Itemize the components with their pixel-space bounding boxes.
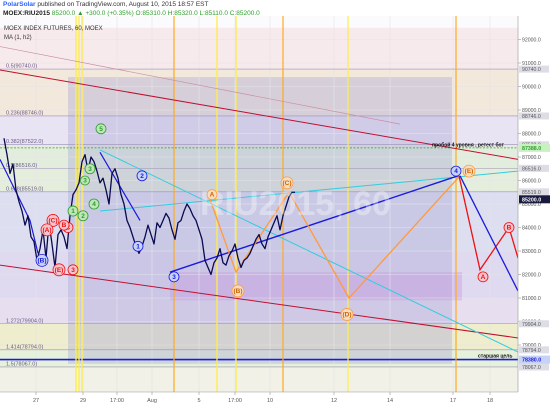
wave-label-circle-3-text: 3 xyxy=(172,274,176,281)
wave-label-3-text: 3 xyxy=(88,166,92,173)
wave-label-3-inner: 3 xyxy=(80,175,90,186)
wave-label-5-text: 5 xyxy=(99,126,103,133)
author-link[interactable]: PolarSolar xyxy=(3,1,36,8)
time-tick-label: 17:00 xyxy=(228,398,242,404)
time-tick-label: 17 xyxy=(450,398,456,404)
price-tick-label: 88000.0 xyxy=(522,132,541,138)
chart-canvas: 0.5(90740.0) 0.236(88746.0) 0.382(87522.0)… xyxy=(0,0,550,406)
price-label-text: 87388.0 xyxy=(522,146,541,152)
wave-label-primary-B-text: B xyxy=(62,222,67,229)
wave-label-B: (B) xyxy=(35,253,49,267)
wave-label-2: 2 xyxy=(77,210,89,222)
quote-values: 85200.0 ▲ +300.0 (+0.35%) O:85310.0 H:85… xyxy=(51,10,260,17)
wave-label-E-text: (E) xyxy=(55,267,64,274)
fib-price-text: 86516.0 xyxy=(522,166,541,172)
fib-band xyxy=(0,366,518,392)
wave-label-corr-C: (C) xyxy=(280,176,294,190)
fib-level-label: 1.414(78794.0) xyxy=(6,344,43,350)
price-tick-label: 92000.0 xyxy=(522,38,541,44)
wave-label-2-text: 2 xyxy=(81,213,85,220)
price-tick-label: 84000.0 xyxy=(522,226,541,232)
wave-label-proj-A: A xyxy=(477,271,489,283)
time-tick-label: 18 xyxy=(487,398,493,404)
wave-label-proj-B: B xyxy=(503,222,515,233)
time-tick-label: Aug xyxy=(147,398,157,404)
wave-label-A-text: (A) xyxy=(42,227,51,234)
wave-label-primary-3: 3 xyxy=(67,264,79,276)
wave-label-B-text: (B) xyxy=(37,257,46,264)
price-label-text: 78380.0 xyxy=(522,358,541,364)
fib-level-label: 0.236(88746.0) xyxy=(6,110,43,116)
wave-label-corr-D: (D) xyxy=(340,308,354,321)
fib-level-label: 0.382(87522.0) xyxy=(6,139,43,145)
price-tick-label: 86000.0 xyxy=(522,179,541,185)
time-tick-label: 27 xyxy=(33,398,39,404)
wave-label-C-text: (C) xyxy=(48,217,57,224)
wave-label-3-inner-text: 3 xyxy=(83,178,87,185)
wave-label-primary-B: B xyxy=(58,219,70,231)
price-tick-label: 83000.0 xyxy=(522,249,541,255)
fib-level-label: 1.272(79904.0) xyxy=(6,318,43,324)
price-tick-label: 90000.0 xyxy=(522,85,541,91)
published-text: published on TradingView.com, August 10,… xyxy=(37,1,209,8)
wave-label-corr-D-text: (D) xyxy=(342,311,351,318)
wave-label-3: 3 xyxy=(84,163,96,175)
wave-label-4: 4 xyxy=(88,198,100,210)
fib-level-label: 0.618(85519.0) xyxy=(6,186,43,192)
fib-level-label: 0.5(90740.0) xyxy=(6,64,37,70)
fib-price-text: 90740.0 xyxy=(522,67,541,73)
wave-label-circle-3: 3 xyxy=(168,271,180,283)
fib-price-text: 79904.0 xyxy=(522,322,541,328)
wave-label-corr-4-text: 4 xyxy=(454,168,458,175)
price-label-text: 85200.0 xyxy=(522,197,541,203)
time-tick-label: 5 xyxy=(197,398,200,404)
wave-label-proj-B-text: B xyxy=(507,225,512,232)
symbol-label: MOEX:RIU2015 xyxy=(3,10,50,17)
wave-label-corr-C-text: (C) xyxy=(282,180,291,187)
wave-label-proj-A-text: A xyxy=(481,274,486,281)
publish-info: PolarSolar published on TradingView.com,… xyxy=(3,1,209,9)
time-tick-label: 14 xyxy=(387,398,393,404)
price-tick-label: 81000.0 xyxy=(522,296,541,302)
wave-label-corr-4: 4 xyxy=(450,165,462,177)
price-tick-label: 82000.0 xyxy=(522,273,541,279)
time-tick-label: 17:00 xyxy=(110,398,124,404)
fib-price-text: 78067.0 xyxy=(522,365,541,371)
fib-price-text: 85519.0 xyxy=(522,190,541,196)
wave-label-corr-E-text: (E) xyxy=(465,168,474,175)
wave-label-4-text: 4 xyxy=(92,201,96,208)
fib-level-label: 0.5(86516.0) xyxy=(6,163,37,169)
price-tick-label: 87000.0 xyxy=(522,155,541,161)
time-tick-label: 29 xyxy=(80,398,86,404)
wave-label-primary-1: 1 xyxy=(132,240,144,252)
time-tick-label: 12 xyxy=(331,398,337,404)
wave-label-corr-B: (B) xyxy=(231,284,245,298)
wave-label-A: (A) xyxy=(40,223,54,237)
time-tick-label: 10 xyxy=(267,398,273,404)
range-box xyxy=(170,272,462,301)
fib-price-text: 78794.0 xyxy=(522,348,541,354)
wave-label-corr-A-text: A xyxy=(210,192,215,199)
wave-label-1-text: 1 xyxy=(71,208,75,215)
wave-label-E: (E) xyxy=(52,263,66,277)
indicator-label: MA (1, h2) xyxy=(4,35,32,41)
wave-label-primary-2: 2 xyxy=(136,170,148,182)
fib-price-text: 88746.0 xyxy=(522,114,541,120)
annotation-retest: пробой 4 уровня , ретест бот xyxy=(432,141,504,148)
wave-label-corr-E: (E) xyxy=(462,164,476,178)
page: { "header": { "author": "PolarSolar", "p… xyxy=(0,0,550,406)
wave-label-corr-A: A xyxy=(206,189,218,201)
wave-label-corr-B-text: (B) xyxy=(233,288,242,295)
watermark: RIU2015, 60 xyxy=(200,185,391,223)
quote-line: MOEX:RIU2015 85200.0 ▲ +300.0 (+0.35%) O… xyxy=(3,10,260,18)
fib-level-label: 1.5(78067.0) xyxy=(6,361,37,367)
instrument-title: MOEX INDEX FUTURES, 60, MOEX xyxy=(4,26,103,32)
wave-label-5: 5 xyxy=(95,123,107,135)
wave-label-primary-2-text: 2 xyxy=(140,173,144,180)
wave-label-1: 1 xyxy=(67,205,79,217)
annotation-target: старшая цель xyxy=(478,354,512,360)
wave-label-primary-1-text: 1 xyxy=(136,243,140,250)
wave-label-primary-3-text: 3 xyxy=(71,267,75,274)
